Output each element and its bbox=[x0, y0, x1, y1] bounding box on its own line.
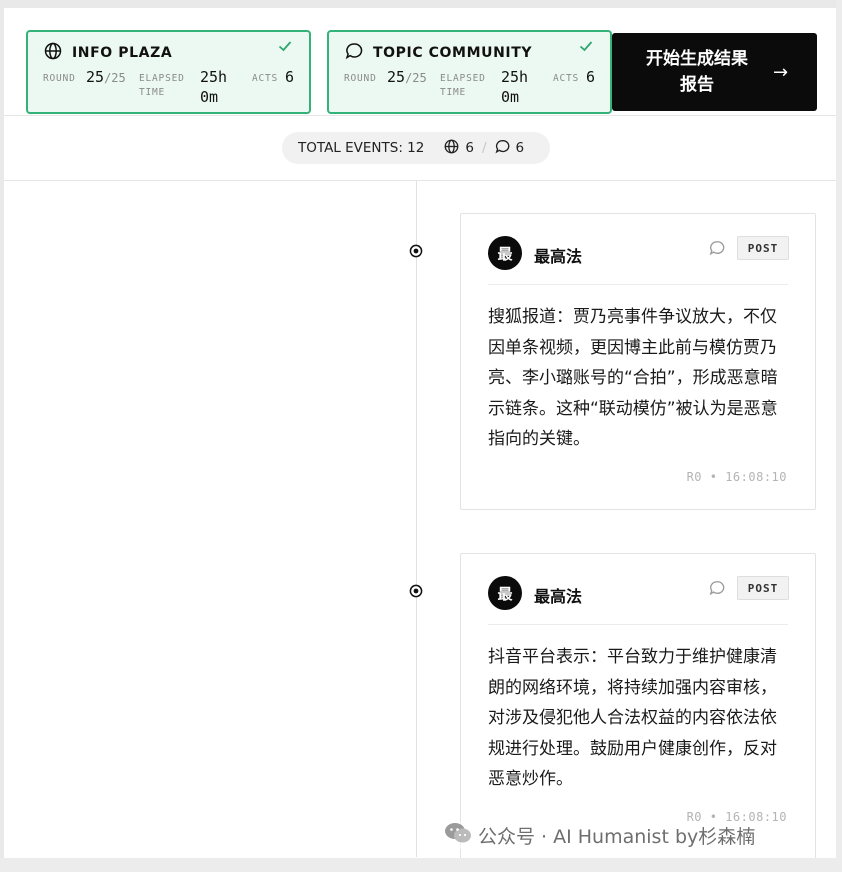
card-title: INFO PLAZA bbox=[44, 42, 172, 64]
elapsed-value-2: 0m bbox=[200, 88, 219, 106]
acts-label: ACTS bbox=[553, 73, 580, 84]
arrow-right-icon: → bbox=[772, 61, 789, 83]
round-label: ROUND bbox=[344, 73, 377, 84]
window-frame-left bbox=[0, 0, 4, 872]
round-value: 25/25 bbox=[387, 68, 427, 86]
elapsed-label-2: TIME bbox=[139, 87, 166, 98]
watermark: 公众号 · AI Humanist by杉森楠 bbox=[444, 822, 756, 849]
window-frame-top bbox=[0, 0, 842, 8]
divider bbox=[488, 624, 788, 625]
pill-separator: / bbox=[481, 140, 487, 156]
window-frame-right bbox=[836, 0, 842, 872]
topic-event-count: 6 bbox=[495, 139, 524, 158]
plaza-event-count: 6 bbox=[444, 139, 474, 158]
elapsed-value: 25h bbox=[200, 68, 228, 86]
total-events-label: TOTAL EVENTS: 12 bbox=[298, 140, 425, 156]
platform-card-topic-community[interactable]: TOPIC COMMUNITY ROUND 25/25 ELAPSED TIME… bbox=[327, 30, 612, 114]
avatar[interactable]: 最 bbox=[488, 576, 522, 610]
timeline-dot-icon bbox=[409, 244, 423, 258]
total-events-pill: TOTAL EVENTS: 12 6 / 6 bbox=[282, 132, 550, 164]
divider bbox=[4, 115, 836, 116]
timeline-line bbox=[416, 181, 417, 857]
post-content: 抖音平台表示：平台致力于维护健康清朗的网络环境，将持续加强内容审核，对涉及侵犯他… bbox=[488, 647, 777, 789]
globe-icon bbox=[44, 42, 62, 64]
elapsed-value: 25h bbox=[501, 68, 529, 86]
card-title-text: INFO PLAZA bbox=[72, 45, 173, 61]
post-meta: R0 • 16:08:10 bbox=[686, 470, 787, 484]
divider bbox=[4, 180, 836, 181]
chat-bubble-icon bbox=[345, 42, 363, 64]
post-content: 搜狐报道：贾乃亮事件争议放大，不仅因单条视频，更因博主此前与模仿贾乃亮、李小璐账… bbox=[488, 307, 778, 449]
timeline-dot-icon bbox=[409, 584, 423, 598]
platform-card-info-plaza[interactable]: INFO PLAZA ROUND 25/25 ELAPSED TIME 25h … bbox=[26, 30, 311, 114]
author-name[interactable]: 最高法 bbox=[534, 583, 582, 607]
acts-value: 6 bbox=[285, 68, 295, 86]
post-type-badge: POST bbox=[737, 576, 789, 600]
watermark-text: 公众号 · AI Humanist by杉森楠 bbox=[478, 826, 756, 848]
card-title: TOPIC COMMUNITY bbox=[345, 42, 532, 64]
chat-bubble-icon bbox=[495, 139, 510, 158]
post-card: 最 最高法 POST 搜狐报道：贾乃亮事件争议放大，不仅因单条视频，更因博主此前… bbox=[460, 213, 816, 510]
check-icon bbox=[578, 38, 594, 58]
card-title-text: TOPIC COMMUNITY bbox=[373, 45, 533, 61]
globe-icon bbox=[444, 139, 459, 158]
chat-bubble-icon bbox=[709, 240, 725, 260]
post-type-badge: POST bbox=[737, 236, 789, 260]
elapsed-label-2: TIME bbox=[440, 87, 467, 98]
wechat-icon bbox=[444, 822, 472, 849]
author-name[interactable]: 最高法 bbox=[534, 243, 582, 267]
generate-report-label: 开始生成结果报告 bbox=[645, 49, 748, 95]
generate-report-button[interactable]: 开始生成结果报告 → bbox=[612, 33, 817, 111]
post-card: 最 最高法 POST 抖音平台表示：平台致力于维护健康清朗的网络环境，将持续加强… bbox=[460, 553, 816, 863]
divider bbox=[488, 284, 788, 285]
check-icon bbox=[277, 38, 293, 58]
elapsed-label: ELAPSED bbox=[440, 73, 486, 84]
round-value: 25/25 bbox=[86, 68, 126, 86]
elapsed-label: ELAPSED bbox=[139, 73, 185, 84]
window-frame-bottom bbox=[0, 858, 842, 872]
chat-bubble-icon bbox=[709, 580, 725, 600]
acts-label: ACTS bbox=[252, 73, 279, 84]
elapsed-value-2: 0m bbox=[501, 88, 520, 106]
round-label: ROUND bbox=[43, 73, 76, 84]
acts-value: 6 bbox=[586, 68, 596, 86]
avatar[interactable]: 最 bbox=[488, 236, 522, 270]
